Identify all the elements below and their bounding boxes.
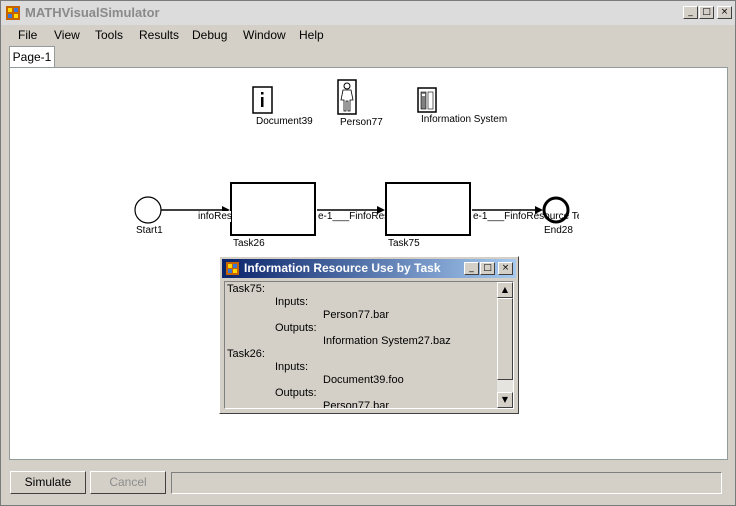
outputs-label: Outputs: bbox=[275, 387, 317, 399]
start-label: Start1 bbox=[136, 225, 163, 236]
close-icon: × bbox=[501, 263, 510, 273]
task-header: Task75: bbox=[227, 283, 265, 295]
maximize-icon: □ bbox=[702, 7, 711, 17]
document-icon[interactable] bbox=[252, 86, 273, 114]
menu-tools[interactable]: Tools bbox=[95, 28, 123, 42]
inputs-label: Inputs: bbox=[275, 361, 309, 373]
person-icon[interactable] bbox=[337, 79, 357, 115]
flow-1-label: infoRes bbox=[198, 211, 231, 222]
information-system-label: Information System bbox=[421, 114, 508, 125]
menu-debug[interactable]: Debug bbox=[192, 28, 227, 42]
dialog-title-bar[interactable]: Information Resource Use by Task _ □ × bbox=[222, 259, 516, 278]
menu-file[interactable]: File bbox=[18, 28, 37, 42]
dialog-title: Information Resource Use by Task bbox=[244, 261, 441, 275]
menu-view[interactable]: View bbox=[54, 28, 80, 42]
task-26-box[interactable] bbox=[230, 182, 316, 236]
menu-bar: File View Tools Results Debug Window Hel… bbox=[1, 25, 735, 45]
minimize-icon: _ bbox=[469, 263, 474, 273]
flow-3-label: e-1___FinfoResource Te bbox=[473, 211, 579, 222]
close-button[interactable]: × bbox=[717, 6, 732, 19]
scroll-down-arrow-icon[interactable]: ▼ bbox=[497, 392, 513, 408]
title-bar[interactable]: MATHVisualSimulator _ □ × bbox=[1, 1, 735, 25]
menu-results[interactable]: Results bbox=[139, 28, 179, 42]
maximize-button[interactable]: □ bbox=[699, 6, 714, 19]
task-75-box[interactable] bbox=[385, 182, 471, 236]
maximize-icon: □ bbox=[483, 263, 492, 273]
simulate-button[interactable]: Simulate bbox=[10, 471, 86, 494]
task-75-label: Task75 bbox=[388, 238, 420, 249]
resource-item: Person77.bar bbox=[323, 309, 390, 321]
close-icon: × bbox=[720, 7, 729, 17]
resource-item: Information System27.baz bbox=[323, 335, 451, 347]
dialog-app-icon bbox=[226, 262, 239, 275]
info-resource-dialog: Information Resource Use by Task _ □ × T… bbox=[219, 256, 519, 414]
flow-2-label: e-1___FinfoRes bbox=[318, 211, 385, 222]
main-window: MATHVisualSimulator _ □ × File View Tool… bbox=[0, 0, 736, 506]
app-icon bbox=[6, 6, 20, 20]
resource-item: Person77.bar bbox=[323, 400, 390, 409]
resource-item: Document39.foo bbox=[323, 374, 404, 386]
information-system-icon[interactable] bbox=[417, 87, 437, 113]
minimize-button[interactable]: _ bbox=[683, 6, 698, 19]
dialog-minimize-button[interactable]: _ bbox=[464, 262, 479, 275]
window-title: MATHVisualSimulator bbox=[25, 5, 160, 20]
scroll-up-arrow-icon[interactable]: ▲ bbox=[497, 282, 513, 298]
resource-use-list[interactable]: Task75: Inputs: Person77.bar Outputs: In… bbox=[224, 281, 514, 409]
document-label: Document39 bbox=[256, 116, 313, 127]
task-26-label: Task26 bbox=[233, 238, 265, 249]
end-label: End28 bbox=[544, 225, 573, 236]
minimize-icon: _ bbox=[688, 7, 693, 17]
tab-page-1[interactable]: Page-1 bbox=[9, 46, 55, 67]
scroll-thumb[interactable] bbox=[497, 298, 513, 380]
person-label: Person77 bbox=[340, 117, 383, 128]
dialog-close-button[interactable]: × bbox=[498, 262, 513, 275]
menu-help[interactable]: Help bbox=[299, 28, 324, 42]
inputs-label: Inputs: bbox=[275, 296, 309, 308]
start-event[interactable] bbox=[134, 196, 162, 224]
status-progress-bar bbox=[171, 472, 722, 494]
menu-window[interactable]: Window bbox=[243, 28, 286, 42]
cancel-button[interactable]: Cancel bbox=[90, 471, 166, 494]
outputs-label: Outputs: bbox=[275, 322, 317, 334]
vertical-scrollbar[interactable]: ▲ ▼ bbox=[497, 282, 513, 408]
task-header: Task26: bbox=[227, 348, 265, 360]
dialog-maximize-button[interactable]: □ bbox=[480, 262, 495, 275]
